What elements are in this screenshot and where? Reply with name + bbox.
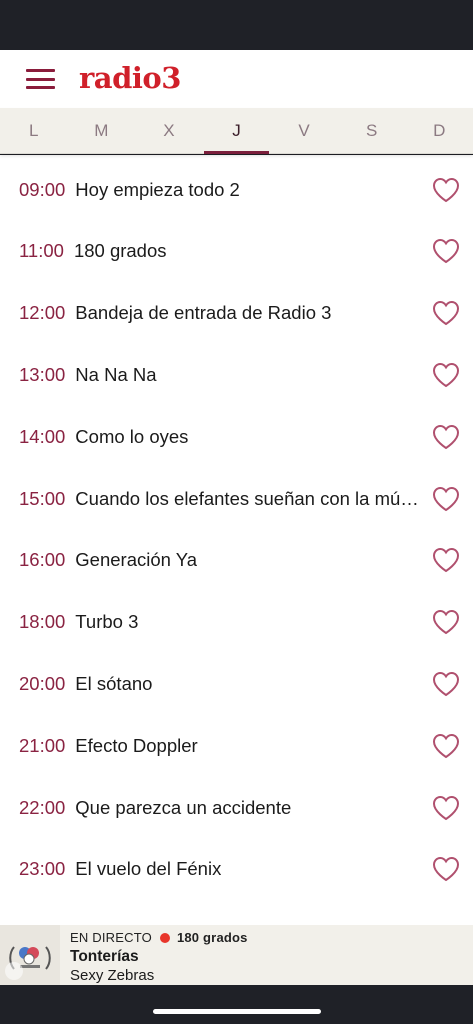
program-title: Que parezca un accidente <box>75 796 292 818</box>
program-title: Bandeja de entrada de Radio 3 <box>75 302 332 324</box>
program-time: 20:00 <box>19 673 66 695</box>
favorite-heart-icon[interactable] <box>432 609 460 635</box>
app-header: radio3 <box>0 50 473 108</box>
program-title: Na Na Na <box>75 364 157 386</box>
day-tab-j[interactable]: J <box>203 108 271 154</box>
day-tab-x[interactable]: X <box>135 108 203 153</box>
schedule-row[interactable]: 12:00 Bandeja de entrada de Radio 3 <box>0 282 473 344</box>
schedule-row[interactable]: 13:00 Na Na Na <box>0 344 473 406</box>
program-time: 09:00 <box>19 178 66 200</box>
favorite-heart-icon[interactable] <box>432 856 460 882</box>
live-label: EN DIRECTO <box>70 930 152 945</box>
day-tabs: LMXJVSD <box>0 108 473 154</box>
favorite-heart-icon[interactable] <box>432 300 460 326</box>
favorite-heart-icon[interactable] <box>432 795 460 821</box>
favorite-heart-icon[interactable] <box>432 177 460 203</box>
schedule-row[interactable]: 22:00 Que parezca un accidente <box>0 777 473 839</box>
program-time: 22:00 <box>19 796 66 818</box>
program-title: Turbo 3 <box>75 611 139 633</box>
program-time: 13:00 <box>19 364 66 386</box>
schedule-row[interactable]: 09:00 Hoy empieza todo 2 <box>0 159 473 221</box>
schedule-row[interactable]: 14:00 Como lo oyes <box>0 406 473 468</box>
live-dot-icon <box>159 932 170 943</box>
day-tab-s[interactable]: S <box>338 108 406 153</box>
program-time: 12:00 <box>19 302 66 324</box>
program-time: 21:00 <box>19 734 66 756</box>
day-tab-l[interactable]: L <box>0 108 68 153</box>
home-area <box>0 985 473 1024</box>
favorite-heart-icon[interactable] <box>432 733 460 759</box>
now-playing-artist: Sexy Zebras <box>70 967 155 984</box>
program-time: 11:00 <box>19 240 64 262</box>
day-tab-m[interactable]: M <box>68 108 136 153</box>
live-program: 180 grados <box>176 930 248 945</box>
live-indicator: EN DIRECTO 180 grados <box>70 930 248 945</box>
program-thumbnail <box>0 925 60 985</box>
program-time: 15:00 <box>19 487 66 509</box>
schedule-row[interactable]: 21:00 Efecto Doppler <box>0 715 473 777</box>
program-title: Cuando los elefantes sueñan con la músic… <box>75 487 421 509</box>
schedule-row[interactable]: 18:00 Turbo 3 <box>0 591 473 653</box>
program-time: 16:00 <box>19 549 66 571</box>
favorite-heart-icon[interactable] <box>432 238 460 264</box>
schedule-row[interactable]: 16:00 Generación Ya <box>0 530 473 592</box>
favorite-heart-icon[interactable] <box>432 424 460 450</box>
day-tab-d[interactable]: D <box>405 108 473 153</box>
program-time: 23:00 <box>19 858 66 880</box>
program-title: 180 grados <box>73 240 167 262</box>
radio3-logo: radio3 <box>79 61 181 95</box>
schedule-row[interactable]: 23:00 El vuelo del Fénix <box>0 839 473 901</box>
favorite-heart-icon[interactable] <box>432 486 460 512</box>
schedule-list: 06:00Hoy empieza todo09:00Hoy empieza to… <box>0 155 473 925</box>
schedule-row[interactable]: 20:00 El sótano <box>0 653 473 715</box>
program-time: 18:00 <box>19 611 66 633</box>
day-tab-v[interactable]: V <box>270 108 338 153</box>
now-playing-title: Tonterías <box>70 948 139 965</box>
favorite-heart-icon[interactable] <box>432 671 460 697</box>
schedule-row[interactable]: 11:00 180 grados <box>0 221 473 283</box>
home-indicator[interactable] <box>153 1009 321 1014</box>
status-bar <box>0 0 473 50</box>
hamburger-menu-icon[interactable] <box>26 69 55 89</box>
favorite-heart-icon[interactable] <box>432 362 460 388</box>
program-title: Hoy empieza todo 2 <box>75 178 240 200</box>
mini-player[interactable]: EN DIRECTO 180 grados Tonterías Sexy Zeb… <box>0 925 473 985</box>
program-title: El sótano <box>75 673 153 695</box>
program-title: El vuelo del Fénix <box>75 858 222 880</box>
program-title: Efecto Doppler <box>75 734 198 756</box>
schedule-row[interactable]: 15:00 Cuando los elefantes sueñan con la … <box>0 468 473 530</box>
program-title: Como lo oyes <box>75 425 189 447</box>
program-time: 14:00 <box>19 425 66 447</box>
program-title: Generación Ya <box>75 549 198 571</box>
favorite-heart-icon[interactable] <box>432 547 460 573</box>
